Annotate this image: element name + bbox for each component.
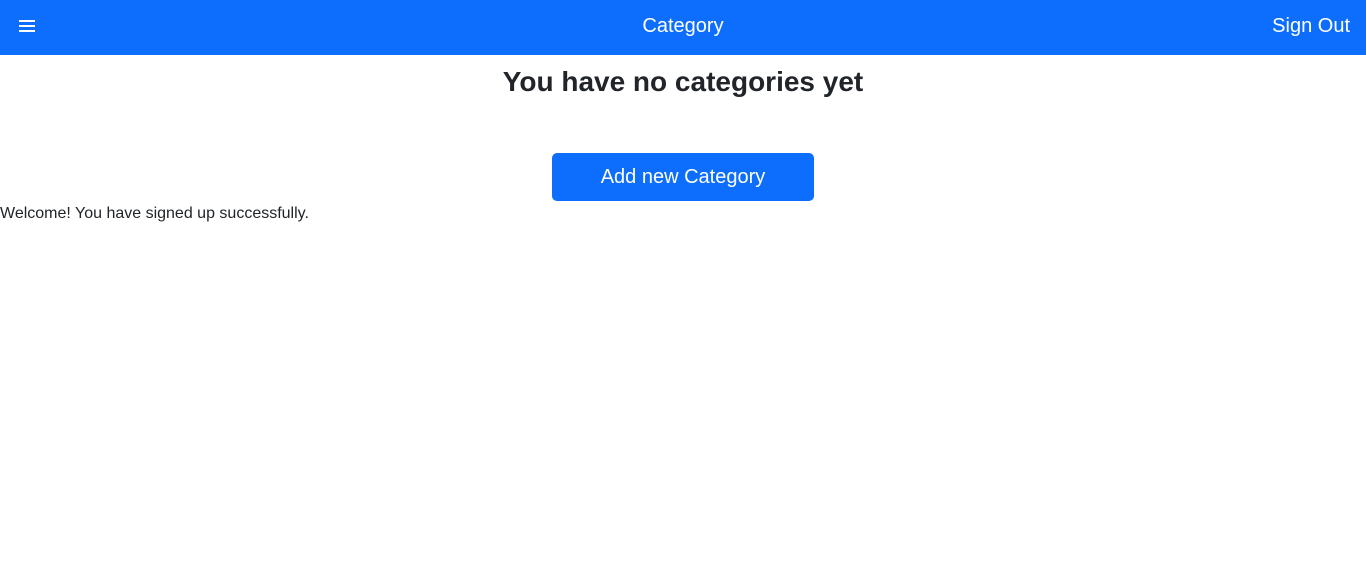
main-content: You have no categories yet Add new Categ… xyxy=(0,55,1366,225)
top-navbar: Category Sign Out xyxy=(0,0,1366,55)
sign-out-link[interactable]: Sign Out xyxy=(1272,0,1350,55)
add-category-button[interactable]: Add new Category xyxy=(552,153,814,201)
page-title: Category xyxy=(642,15,724,37)
hamburger-menu-icon[interactable] xyxy=(14,13,40,39)
add-button-container: Add new Category xyxy=(0,153,1366,201)
empty-state-heading: You have no categories yet xyxy=(502,66,864,97)
flash-notice: Welcome! You have signed up successfully… xyxy=(0,205,309,222)
